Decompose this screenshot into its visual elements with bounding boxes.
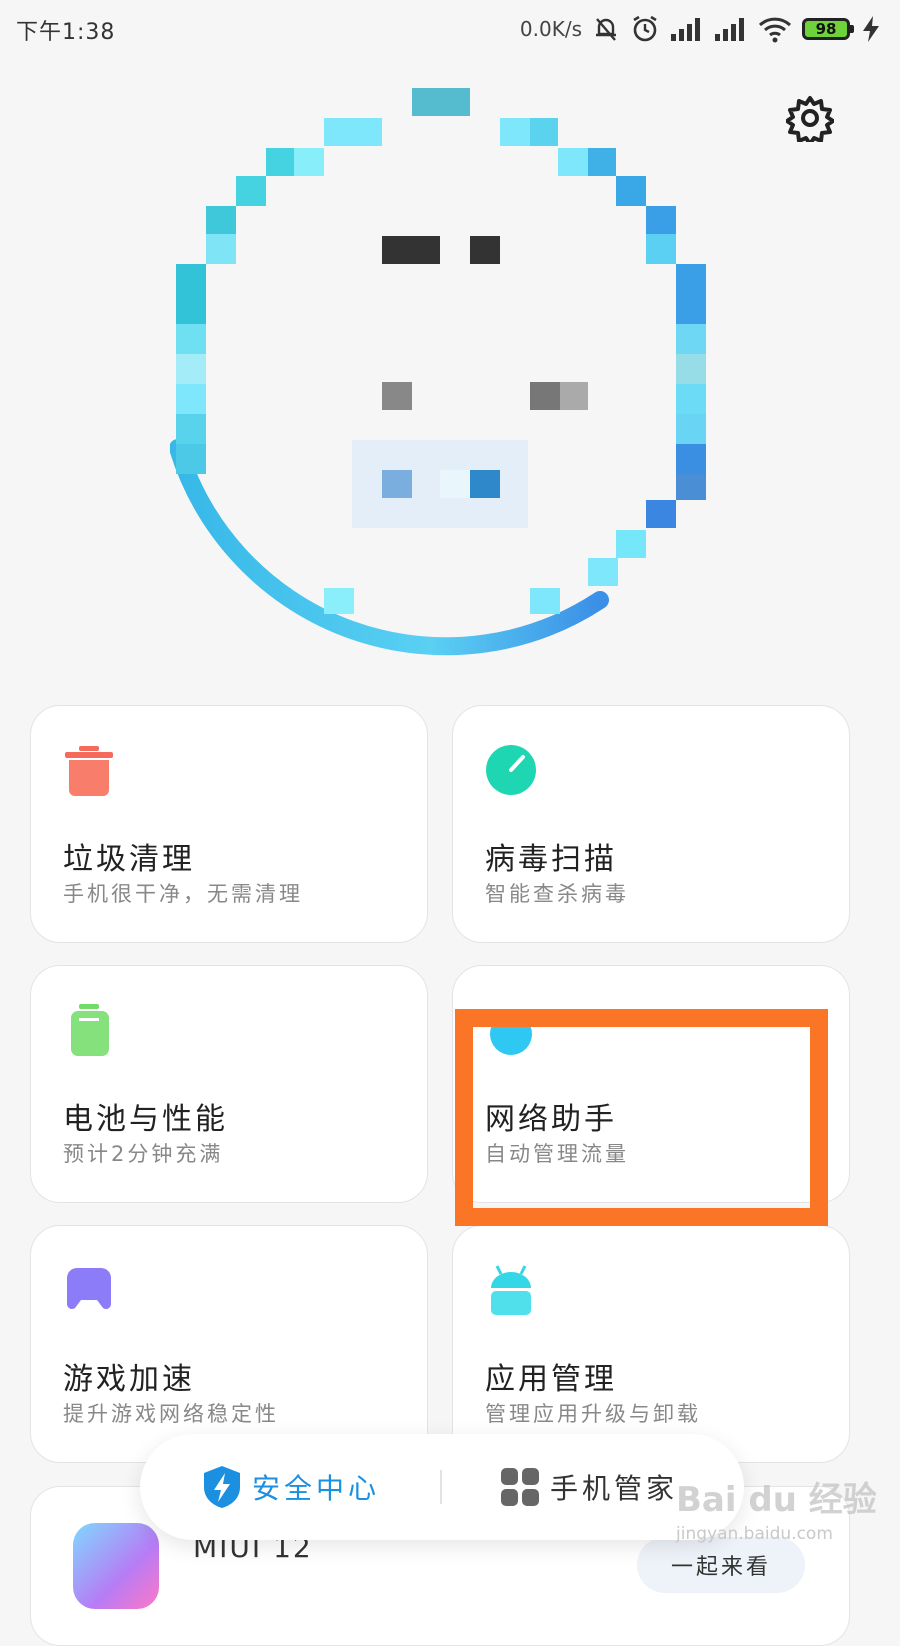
card-game-boost[interactable]: 游戏加速 提升游戏网络稳定性	[30, 1225, 428, 1463]
grid-icon	[501, 1468, 539, 1506]
tab-label: 安全中心	[252, 1472, 381, 1505]
highlight-box	[455, 1009, 828, 1226]
card-title: 病毒扫描	[485, 842, 617, 877]
battery-indicator: 98	[802, 18, 854, 40]
security-score-ring	[169, 80, 730, 680]
card-subtitle: 提升游戏网络稳定性	[63, 1402, 279, 1426]
tab-phone-manager[interactable]: 手机管家	[500, 1462, 678, 1512]
card-subtitle: 智能查杀病毒	[485, 882, 629, 906]
charging-icon	[863, 16, 879, 42]
card-app-management[interactable]: 应用管理 管理应用升级与卸载	[452, 1225, 850, 1463]
status-icons: 0.0K/s 98	[520, 12, 882, 46]
android-icon	[491, 1265, 531, 1315]
scan-icon	[486, 745, 536, 795]
card-battery-performance[interactable]: 电池与性能 预计2分钟充满	[30, 965, 428, 1203]
watermark-url: jingyan.baidu.com	[676, 1524, 833, 1544]
card-title: 游戏加速	[63, 1362, 195, 1397]
gear-icon[interactable]	[786, 94, 834, 142]
miui-card-button[interactable]: 一起来看	[636, 1537, 805, 1593]
tab-security-center[interactable]: 安全中心	[202, 1462, 380, 1512]
alarm-icon	[633, 15, 657, 42]
card-title: 垃圾清理	[63, 842, 195, 877]
card-title: 电池与性能	[63, 1102, 228, 1137]
status-bar: 下午1:38 0.0K/s 98	[0, 0, 900, 60]
card-junk-cleanup[interactable]: 垃圾清理 手机很干净，无需清理	[30, 705, 428, 943]
score-ring-graphic	[169, 88, 706, 656]
signal-icon	[671, 18, 700, 41]
card-virus-scan[interactable]: 病毒扫描 智能查杀病毒	[452, 705, 850, 943]
shield-bolt-icon	[204, 1466, 240, 1508]
tab-divider	[440, 1470, 442, 1504]
miui-logo	[73, 1523, 159, 1609]
gamepad-icon	[67, 1268, 111, 1309]
tab-label: 手机管家	[550, 1472, 679, 1505]
card-subtitle: 手机很干净，无需清理	[63, 882, 303, 906]
mute-bell-icon	[596, 18, 616, 41]
card-title: 应用管理	[485, 1362, 617, 1397]
watermark-logo: Bai du 经验	[676, 1480, 877, 1520]
status-time: 下午1:38	[16, 20, 116, 45]
signal-icon	[715, 18, 744, 41]
battery-icon	[71, 1004, 109, 1056]
bottom-tab-bar: 安全中心 手机管家	[140, 1434, 744, 1540]
trash-icon	[65, 746, 113, 796]
card-subtitle: 管理应用升级与卸载	[485, 1402, 701, 1426]
wifi-icon	[758, 17, 792, 43]
network-speed: 0.0K/s	[519, 17, 582, 41]
card-subtitle: 预计2分钟充满	[63, 1142, 224, 1166]
